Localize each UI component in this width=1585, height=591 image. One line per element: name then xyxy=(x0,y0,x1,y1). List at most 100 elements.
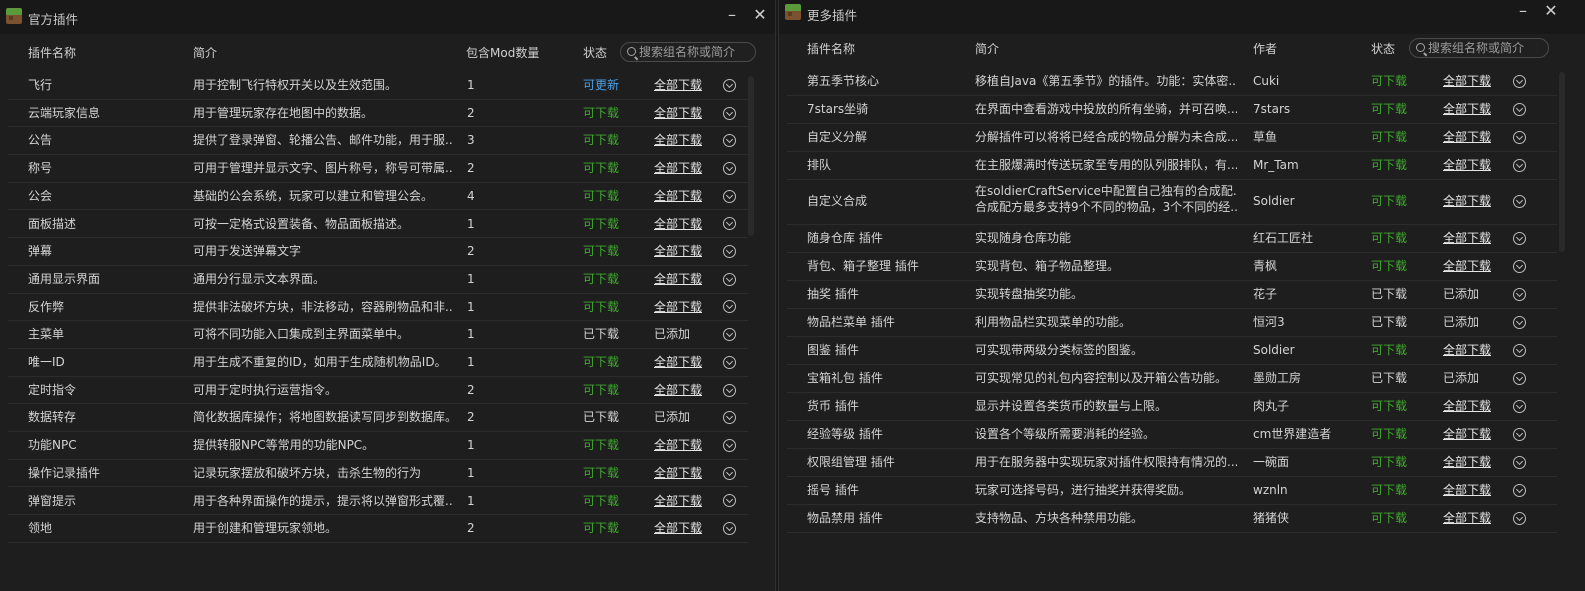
table-row[interactable]: 主菜单 可将不同功能入口集成到主界面菜单中。 1 已下载 已添加 xyxy=(8,321,748,349)
search-input[interactable] xyxy=(639,43,751,61)
table-row[interactable]: 背包、箱子整理 插件 实现背包、箱子物品整理。 青枫 可下载 全部下载 xyxy=(787,253,1557,281)
download-all-link[interactable]: 全部下载 xyxy=(654,106,702,121)
download-all-link[interactable]: 全部下载 xyxy=(654,189,702,204)
download-all-link[interactable]: 全部下载 xyxy=(654,355,702,370)
chevron-down-icon[interactable] xyxy=(1513,511,1526,525)
download-all-link[interactable]: 全部下载 xyxy=(1443,511,1491,526)
chevron-down-icon[interactable] xyxy=(723,494,736,508)
download-all-link[interactable]: 全部下载 xyxy=(1443,130,1491,145)
close-icon[interactable]: ✕ xyxy=(750,5,770,25)
chevron-down-icon[interactable] xyxy=(723,134,736,148)
chevron-down-icon[interactable] xyxy=(723,328,736,342)
download-all-link[interactable]: 全部下载 xyxy=(654,383,702,398)
chevron-down-icon[interactable] xyxy=(723,161,736,175)
download-all-link[interactable]: 全部下载 xyxy=(1443,231,1491,246)
table-row[interactable]: 弹幕 可用于发送弹幕文字 2 可下载 全部下载 xyxy=(8,238,748,266)
chevron-down-icon[interactable] xyxy=(1513,75,1526,88)
download-all-link[interactable]: 全部下载 xyxy=(654,78,702,93)
download-all-link[interactable]: 全部下载 xyxy=(654,300,702,315)
table-row[interactable]: 权限组管理 插件 用于在服务器中实现玩家对插件权限持有情况的... 一碗面 可下载 全部… xyxy=(787,449,1557,477)
table-row[interactable]: 称号 可用于管理并显示文字、图片称号，称号可带属... 2 可下载 全部下载 xyxy=(8,155,748,183)
table-row[interactable]: 通用显示界面 通用分行显示文本界面。 1 可下载 全部下载 xyxy=(8,266,748,294)
download-all-link[interactable]: 全部下载 xyxy=(1443,343,1491,358)
table-row[interactable]: 自定义分解 分解插件可以将将已经合成的物品分解为未合成... 草鱼 可下载 全部下载 xyxy=(787,124,1557,152)
chevron-down-icon[interactable] xyxy=(723,411,736,425)
download-all-link[interactable]: 全部下载 xyxy=(1443,158,1491,173)
table-row[interactable]: 公会 基础的公会系统，玩家可以建立和管理公会。 4 可下载 全部下载 xyxy=(8,183,748,211)
download-all-link[interactable]: 全部下载 xyxy=(1443,194,1491,209)
download-all-link[interactable]: 全部下载 xyxy=(1443,455,1491,470)
table-row[interactable]: 摇号 插件 玩家可选择号码，进行抽奖并获得奖励。 wznln 可下载 全部下载 xyxy=(787,477,1557,505)
chevron-down-icon[interactable] xyxy=(1513,343,1526,357)
table-row[interactable]: 物品禁用 插件 支持物品、方块各种禁用功能。 猪猪侠 可下载 全部下载 xyxy=(787,505,1557,533)
column-header-count[interactable]: 包含Mod数量 xyxy=(466,44,539,61)
table-row[interactable]: 弹窗提示 用于各种界面操作的提示，提示将以弹窗形式覆... 1 可下载 全部下载 xyxy=(8,488,748,516)
chevron-down-icon[interactable] xyxy=(1513,287,1526,301)
chevron-down-icon[interactable] xyxy=(1513,371,1526,385)
chevron-down-icon[interactable] xyxy=(723,106,736,120)
table-row[interactable]: 抽奖 插件 实现转盘抽奖功能。 花子 已下载 已添加 xyxy=(787,281,1557,309)
search-box[interactable] xyxy=(620,42,756,62)
chevron-down-icon[interactable] xyxy=(723,355,736,369)
chevron-down-icon[interactable] xyxy=(1513,159,1526,172)
download-all-link[interactable]: 全部下载 xyxy=(654,272,702,287)
table-row[interactable]: 定时指令 可用于定时执行运营指令。 2 可下载 全部下载 xyxy=(8,377,748,405)
chevron-down-icon[interactable] xyxy=(723,466,736,480)
table-row[interactable]: 飞行 用于控制飞行特权开关以及生效范围。 1 可更新 全部下载 xyxy=(8,72,748,100)
table-row[interactable]: 自定义合成 在soldierCraftService中配置自己独有的合成配... 合… xyxy=(787,180,1557,225)
table-row[interactable]: 经验等级 插件 设置各个等级所需要消耗的经验。 cm世界建造者 可下载 全部下载 xyxy=(787,421,1557,449)
minimize-icon[interactable]: – xyxy=(722,5,742,25)
chevron-down-icon[interactable] xyxy=(1513,483,1526,497)
table-row[interactable]: 排队 在主服爆满时传送玩家至专用的队列服排队，有... Mr_Tam 可下载 全部下载 xyxy=(787,152,1557,180)
chevron-down-icon[interactable] xyxy=(1513,455,1526,469)
chevron-down-icon[interactable] xyxy=(1513,231,1526,245)
column-header-desc[interactable]: 简介 xyxy=(975,40,999,57)
chevron-down-icon[interactable] xyxy=(1513,103,1526,116)
download-all-link[interactable]: 全部下载 xyxy=(1443,74,1491,89)
table-row[interactable]: 货币 插件 显示并设置各类货币的数量与上限。 肉丸子 可下载 全部下载 xyxy=(787,393,1557,421)
download-all-link[interactable]: 全部下载 xyxy=(654,521,702,536)
table-row[interactable]: 物品栏菜单 插件 利用物品栏实现菜单的功能。 恒河3 已下载 已添加 xyxy=(787,309,1557,337)
scrollbar[interactable] xyxy=(748,76,754,236)
table-row[interactable]: 面板描述 可按一定格式设置装备、物品面板描述。 1 可下载 全部下载 xyxy=(8,211,748,239)
scrollbar[interactable] xyxy=(1559,72,1565,252)
table-row[interactable]: 7stars坐骑 在界面中查看游戏中投放的所有坐骑，并可召唤... 7stars 可下… xyxy=(787,96,1557,124)
table-row[interactable]: 唯一ID 用于生成不重复的ID，如用于生成随机物品ID。 1 可下载 全部下载 xyxy=(8,349,748,377)
chevron-down-icon[interactable] xyxy=(1513,315,1526,329)
column-header-status[interactable]: 状态 xyxy=(1371,40,1395,57)
chevron-down-icon[interactable] xyxy=(723,272,736,286)
table-row[interactable]: 反作弊 提供非法破坏方块，非法移动，容器刷物品和非... 1 可下载 全部下载 xyxy=(8,294,748,322)
chevron-down-icon[interactable] xyxy=(1513,259,1526,273)
table-row[interactable]: 领地 用于创建和管理玩家领地。 2 可下载 全部下载 xyxy=(8,515,748,543)
column-header-name[interactable]: 插件名称 xyxy=(807,40,855,57)
column-header-author[interactable]: 作者 xyxy=(1253,40,1277,57)
search-input[interactable] xyxy=(1428,39,1544,57)
chevron-down-icon[interactable] xyxy=(723,438,736,452)
download-all-link[interactable]: 全部下载 xyxy=(1443,427,1491,442)
table-row[interactable]: 公告 提供了登录弹窗、轮播公告、邮件功能，用于服... 3 可下载 全部下载 xyxy=(8,127,748,156)
download-all-link[interactable]: 全部下载 xyxy=(654,494,702,509)
chevron-down-icon[interactable] xyxy=(1513,399,1526,413)
column-header-desc[interactable]: 简介 xyxy=(193,44,217,61)
table-row[interactable]: 第五季节核心 移植自Java《第五季节》的插件。功能：实体密... Cuki 可下载 全… xyxy=(787,68,1557,96)
download-all-link[interactable]: 全部下载 xyxy=(1443,259,1491,274)
chevron-down-icon[interactable] xyxy=(1513,427,1526,441)
chevron-down-icon[interactable] xyxy=(723,217,736,231)
table-row[interactable]: 数据转存 简化数据库操作；将地图数据读写同步到数据库。 2 已下载 已添加 xyxy=(8,404,748,433)
chevron-down-icon[interactable] xyxy=(723,245,736,259)
table-row[interactable]: 随身仓库 插件 实现随身仓库功能 红石工匠社 可下载 全部下载 xyxy=(787,225,1557,253)
download-all-link[interactable]: 全部下载 xyxy=(654,217,702,232)
chevron-down-icon[interactable] xyxy=(1513,131,1526,144)
table-row[interactable]: 云端玩家信息 用于管理玩家存在地图中的数据。 2 可下载 全部下载 xyxy=(8,100,748,128)
minimize-icon[interactable]: – xyxy=(1513,1,1533,21)
download-all-link[interactable]: 全部下载 xyxy=(654,133,702,148)
column-header-status[interactable]: 状态 xyxy=(583,44,607,61)
download-all-link[interactable]: 全部下载 xyxy=(1443,102,1491,117)
download-all-link[interactable]: 全部下载 xyxy=(1443,483,1491,498)
chevron-down-icon[interactable] xyxy=(723,189,736,203)
download-all-link[interactable]: 全部下载 xyxy=(654,244,702,259)
search-box[interactable] xyxy=(1409,38,1549,58)
download-all-link[interactable]: 全部下载 xyxy=(654,466,702,481)
download-all-link[interactable]: 全部下载 xyxy=(654,438,702,453)
table-row[interactable]: 操作记录插件 记录玩家摆放和破坏方块，击杀生物的行为 1 可下载 全部下载 xyxy=(8,460,748,488)
